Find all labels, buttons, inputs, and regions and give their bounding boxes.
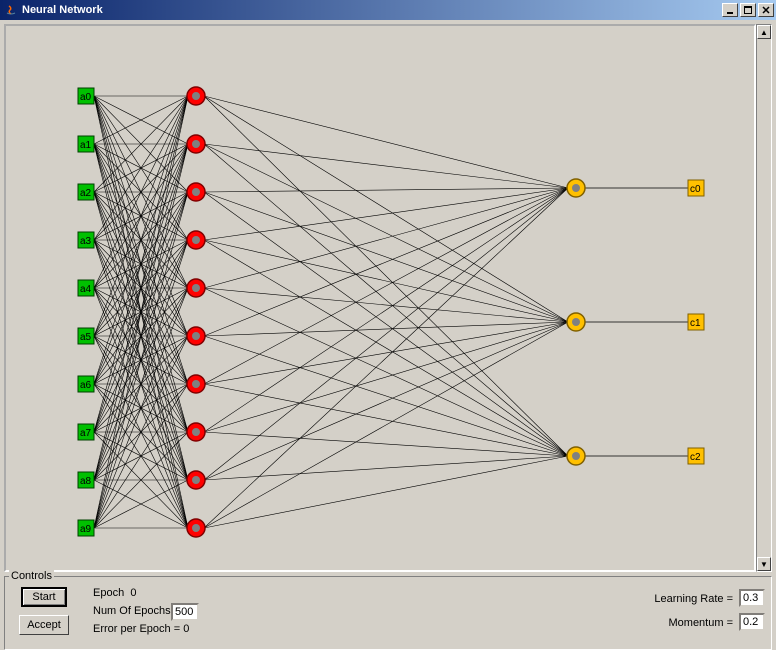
momentum-input[interactable] <box>739 613 765 631</box>
epoch-label: Epoch 0 <box>93 587 136 599</box>
epoch-label-text: Epoch <box>93 587 124 599</box>
error-label-text: Error per Epoch = <box>93 623 180 635</box>
java-icon <box>4 3 18 17</box>
learning-rate-input[interactable] <box>739 589 765 607</box>
input-node-label: a5 <box>80 332 92 343</box>
input-node-label: a7 <box>80 428 92 439</box>
input-node-label: a0 <box>80 92 92 103</box>
learning-rate-label: Learning Rate = <box>654 593 733 605</box>
maximize-button[interactable] <box>740 3 756 17</box>
input-node-label: a4 <box>80 284 92 295</box>
window-titlebar: Neural Network <box>0 0 776 20</box>
controls-group-label: Controls <box>9 570 54 582</box>
scroll-up-button[interactable]: ▲ <box>757 25 771 39</box>
num-epochs-label: Num Of Epochs <box>93 605 171 617</box>
network-diagram: a0 a1 a2 a3 a4 a5 a6 a7 a8 a9 c0 c1 c2 <box>6 26 754 570</box>
input-node-label: a6 <box>80 380 92 391</box>
epoch-value: 0 <box>130 587 136 599</box>
input-node-label: a2 <box>80 188 92 199</box>
num-epochs-input[interactable] <box>171 603 199 621</box>
close-button[interactable] <box>758 3 774 17</box>
vertical-scrollbar[interactable]: ▲ ▼ <box>756 24 772 572</box>
output-box-label: c0 <box>690 184 701 195</box>
momentum-label: Momentum = <box>669 617 734 629</box>
error-value: 0 <box>183 623 189 635</box>
scroll-down-button[interactable]: ▼ <box>757 557 771 571</box>
window-content: a0a1a2a3a4a5a6a7a8a9c0c1c2 ▲ ▼ Controls … <box>0 20 776 636</box>
network-canvas: a0 a1 a2 a3 a4 a5 a6 a7 a8 a9 c0 c1 c2 <box>4 24 756 572</box>
start-button[interactable]: Start <box>21 587 67 607</box>
accept-button[interactable]: Accept <box>19 615 69 635</box>
window-buttons <box>722 3 774 17</box>
minimize-button[interactable] <box>722 3 738 17</box>
input-node-label: a3 <box>80 236 92 247</box>
controls-panel: Controls Start Accept Epoch 0 Num Of Epo… <box>4 576 772 650</box>
input-node-label: a9 <box>80 524 92 535</box>
error-label: Error per Epoch = 0 <box>93 623 189 635</box>
window-title: Neural Network <box>22 4 103 16</box>
output-box-label: c2 <box>690 452 701 463</box>
input-node-label: a1 <box>80 140 92 151</box>
output-box-label: c1 <box>690 318 701 329</box>
input-node-label: a8 <box>80 476 92 487</box>
